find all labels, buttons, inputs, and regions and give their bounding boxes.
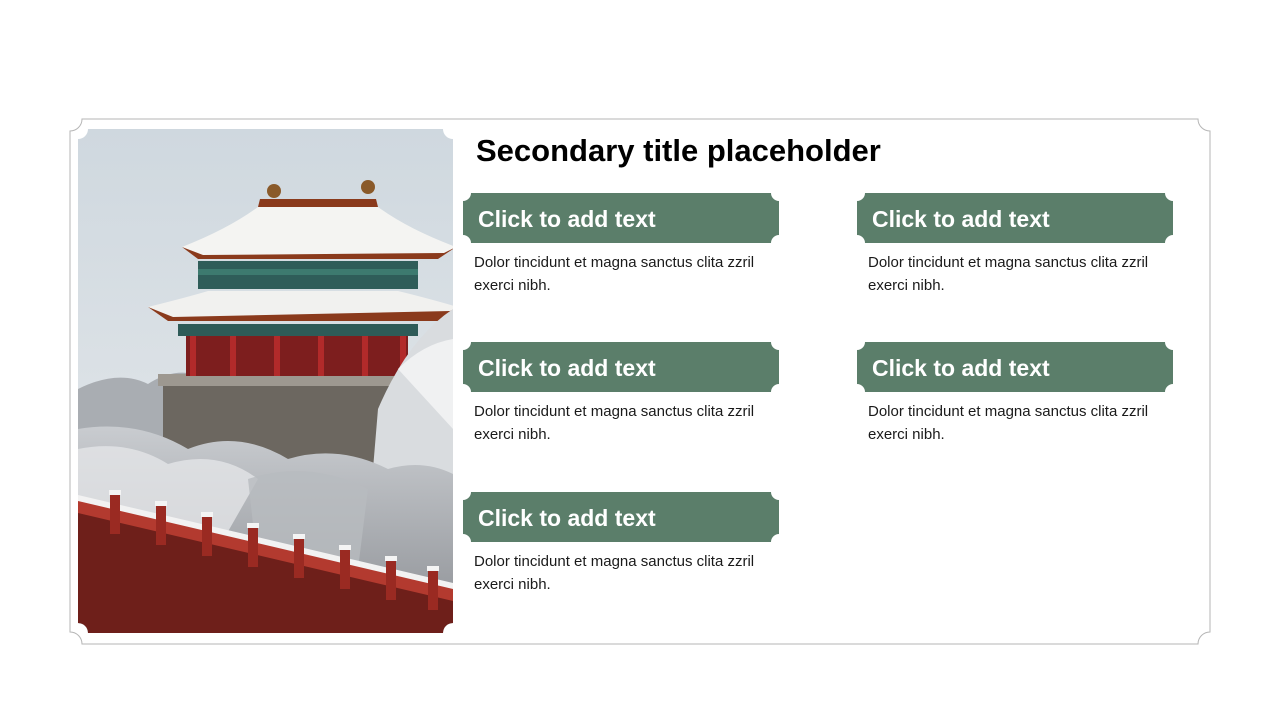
slide-title: Secondary title placeholder bbox=[476, 133, 881, 168]
text-item-2[interactable]: Click to add text Dolor tincidunt et mag… bbox=[857, 193, 1177, 297]
item-label[interactable]: Click to add text bbox=[478, 193, 656, 245]
text-item-5[interactable]: Click to add text Dolor tincidunt et mag… bbox=[463, 492, 783, 596]
item-label[interactable]: Click to add text bbox=[478, 492, 656, 544]
item-description[interactable]: Dolor tincidunt et magna sanctus clita z… bbox=[868, 251, 1176, 297]
item-tag[interactable]: Click to add text bbox=[463, 193, 779, 243]
pagoda-photo bbox=[78, 129, 453, 633]
item-description[interactable]: Dolor tincidunt et magna sanctus clita z… bbox=[474, 550, 782, 596]
item-tag[interactable]: Click to add text bbox=[857, 193, 1173, 243]
item-label[interactable]: Click to add text bbox=[478, 342, 656, 394]
item-label[interactable]: Click to add text bbox=[872, 193, 1050, 245]
item-description[interactable]: Dolor tincidunt et magna sanctus clita z… bbox=[868, 400, 1176, 446]
text-item-4[interactable]: Click to add text Dolor tincidunt et mag… bbox=[857, 342, 1177, 446]
item-tag[interactable]: Click to add text bbox=[857, 342, 1173, 392]
text-item-1[interactable]: Click to add text Dolor tincidunt et mag… bbox=[463, 193, 783, 297]
item-tag[interactable]: Click to add text bbox=[463, 342, 779, 392]
item-tag[interactable]: Click to add text bbox=[463, 492, 779, 542]
item-label[interactable]: Click to add text bbox=[872, 342, 1050, 394]
item-description[interactable]: Dolor tincidunt et magna sanctus clita z… bbox=[474, 400, 782, 446]
text-item-3[interactable]: Click to add text Dolor tincidunt et mag… bbox=[463, 342, 783, 446]
item-description[interactable]: Dolor tincidunt et magna sanctus clita z… bbox=[474, 251, 782, 297]
